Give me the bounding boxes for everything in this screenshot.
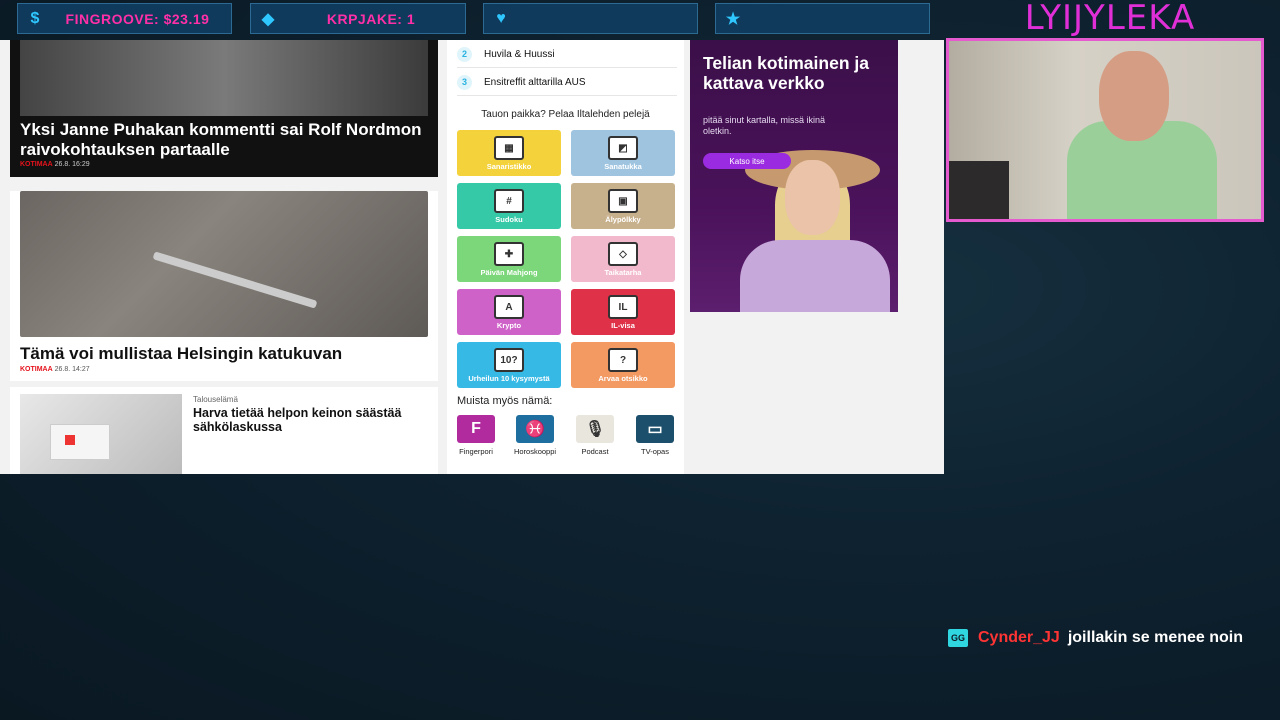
- app-tv-opas[interactable]: ▭ TV-opas: [630, 415, 680, 456]
- games-title: Tauon paikka? Pelaa Iltalehden pelejä: [481, 109, 650, 120]
- ad-model-face: [785, 160, 840, 235]
- divider: [457, 95, 677, 96]
- diamond-icon: ◆: [261, 10, 275, 28]
- goal-text: FINGROOVE: $23.19: [65, 10, 210, 27]
- webcam-feed: [946, 38, 1264, 222]
- article-card[interactable]: Tämä voi mullistaa Helsingin katukuvan K…: [10, 191, 438, 381]
- tv-icon: ▭: [636, 415, 674, 443]
- most-read-item[interactable]: 2 Huvila & Huussi: [457, 44, 555, 64]
- ad-subtext: pitää sinut kartalla, missä ikinä oletki…: [703, 115, 826, 136]
- person-head: [1099, 51, 1169, 141]
- game-tile-alypolkky[interactable]: ▣ Älypölkky: [571, 183, 675, 229]
- app-fingerpori[interactable]: F Fingerpori: [451, 415, 501, 456]
- dollar-icon: $: [30, 9, 40, 27]
- sudoku-icon: #: [494, 189, 524, 213]
- ad-cta-button[interactable]: Katso itse: [703, 153, 791, 169]
- chat-text: joillakin se menee noin: [1067, 629, 1243, 646]
- goal-text: KRPJAKE: 1: [326, 10, 416, 27]
- mahjong-icon: ✚: [494, 242, 524, 266]
- crossword-icon: ▦: [494, 136, 524, 160]
- ad-headline: Telian kotimainen ja kattava verkko: [703, 53, 869, 93]
- game-tile-sanaristikko[interactable]: ▦ Sanaristikko: [457, 130, 561, 176]
- stream-goal-bar: $ FINGROOVE: $23.19 ◆ KRPJAKE: 1 ♥ ★: [0, 0, 940, 40]
- blocks-icon: ▣: [608, 189, 638, 213]
- article-category: KOTIMAA: [20, 366, 53, 373]
- most-read-title[interactable]: Ensitreffit alttarilla AUS: [484, 77, 586, 88]
- article-meta: KOTIMAA 26.8. 14:27: [20, 366, 90, 373]
- goal-box-star: ★: [715, 3, 930, 34]
- quiz-icon: IL: [608, 295, 638, 319]
- article-card[interactable]: Yksi Janne Puhakan kommentti sai Rolf No…: [10, 40, 438, 177]
- game-tile-il-visa[interactable]: IL IL-visa: [571, 289, 675, 335]
- syringe-image: [152, 251, 318, 309]
- chat-message: GG Cynder_JJ joillakin se menee noin: [948, 626, 1243, 650]
- goal-box-dollar: $ FINGROOVE: $23.19: [17, 3, 232, 34]
- chat-username: Cynder_JJ: [978, 629, 1060, 646]
- game-tile-urheilu-kysymys[interactable]: 10? Urheilun 10 kysymystä: [457, 342, 561, 388]
- game-tile-taikatarha[interactable]: ◇ Taikatarha: [571, 236, 675, 282]
- article-headline[interactable]: Harva tietää helpon keinon säästää sähkö…: [193, 406, 423, 434]
- article-section: Talouselämä: [193, 395, 238, 404]
- microphone-icon: 🎙: [576, 415, 614, 443]
- sidebar-column: 2 Huvila & Huussi 3 Ensitreffit alttaril…: [447, 40, 684, 474]
- word-icon: ◩: [608, 136, 638, 160]
- rank-badge: 3: [457, 74, 472, 90]
- advertisement[interactable]: Telian kotimainen ja kattava verkko pitä…: [690, 40, 898, 312]
- article-time: 26.8. 16:29: [54, 161, 90, 168]
- heart-icon: ♥: [496, 9, 506, 27]
- question-icon: ?: [608, 348, 638, 372]
- article-headline[interactable]: Tämä voi mullistaa Helsingin katukuvan: [20, 344, 342, 364]
- goal-box-heart: ♥: [483, 3, 698, 34]
- remember-title: Muista myös nämä:: [457, 395, 553, 407]
- most-read-item[interactable]: 3 Ensitreffit alttarilla AUS: [457, 72, 586, 92]
- article-image[interactable]: [20, 191, 428, 337]
- fingerpori-icon: F: [457, 415, 495, 443]
- game-tile-arvaa-otsikko[interactable]: ? Arvaa otsikko: [571, 342, 675, 388]
- app-podcast[interactable]: 🎙 Podcast: [570, 415, 620, 456]
- streamer-name: LYIJYLEKA: [1024, 0, 1196, 38]
- news-page: Yksi Janne Puhakan kommentti sai Rolf No…: [0, 40, 944, 474]
- plug-image: [50, 424, 110, 460]
- article-image[interactable]: [20, 40, 428, 116]
- ten-questions-icon: 10?: [494, 348, 524, 372]
- article-headline[interactable]: Yksi Janne Puhakan kommentti sai Rolf No…: [20, 120, 430, 160]
- game-tile-krypto[interactable]: A Krypto: [457, 289, 561, 335]
- article-card[interactable]: Talouselämä Harva tietää helpon keinon s…: [10, 387, 438, 474]
- article-category: KOTIMAA: [20, 161, 53, 168]
- article-meta: KOTIMAA 26.8. 16:29: [20, 161, 90, 168]
- goal-box-diamond: ◆ KRPJAKE: 1: [250, 3, 466, 34]
- game-tile-mahjong[interactable]: ✚ Päivän Mahjong: [457, 236, 561, 282]
- game-tile-sudoku[interactable]: # Sudoku: [457, 183, 561, 229]
- krypto-icon: A: [494, 295, 524, 319]
- game-tile-sanatukka[interactable]: ◩ Sanatukka: [571, 130, 675, 176]
- article-time: 26.8. 14:27: [54, 366, 90, 373]
- star-icon: ★: [725, 10, 741, 28]
- most-read-title[interactable]: Huvila & Huussi: [484, 49, 555, 60]
- rank-badge: 2: [457, 46, 472, 62]
- article-image[interactable]: [20, 394, 182, 474]
- pisces-icon: ♓: [516, 415, 554, 443]
- app-horoskooppi[interactable]: ♓ Horoskooppi: [510, 415, 560, 456]
- gem-icon: ◇: [608, 242, 638, 266]
- divider: [457, 67, 677, 68]
- chat-badge-icon: GG: [948, 629, 968, 647]
